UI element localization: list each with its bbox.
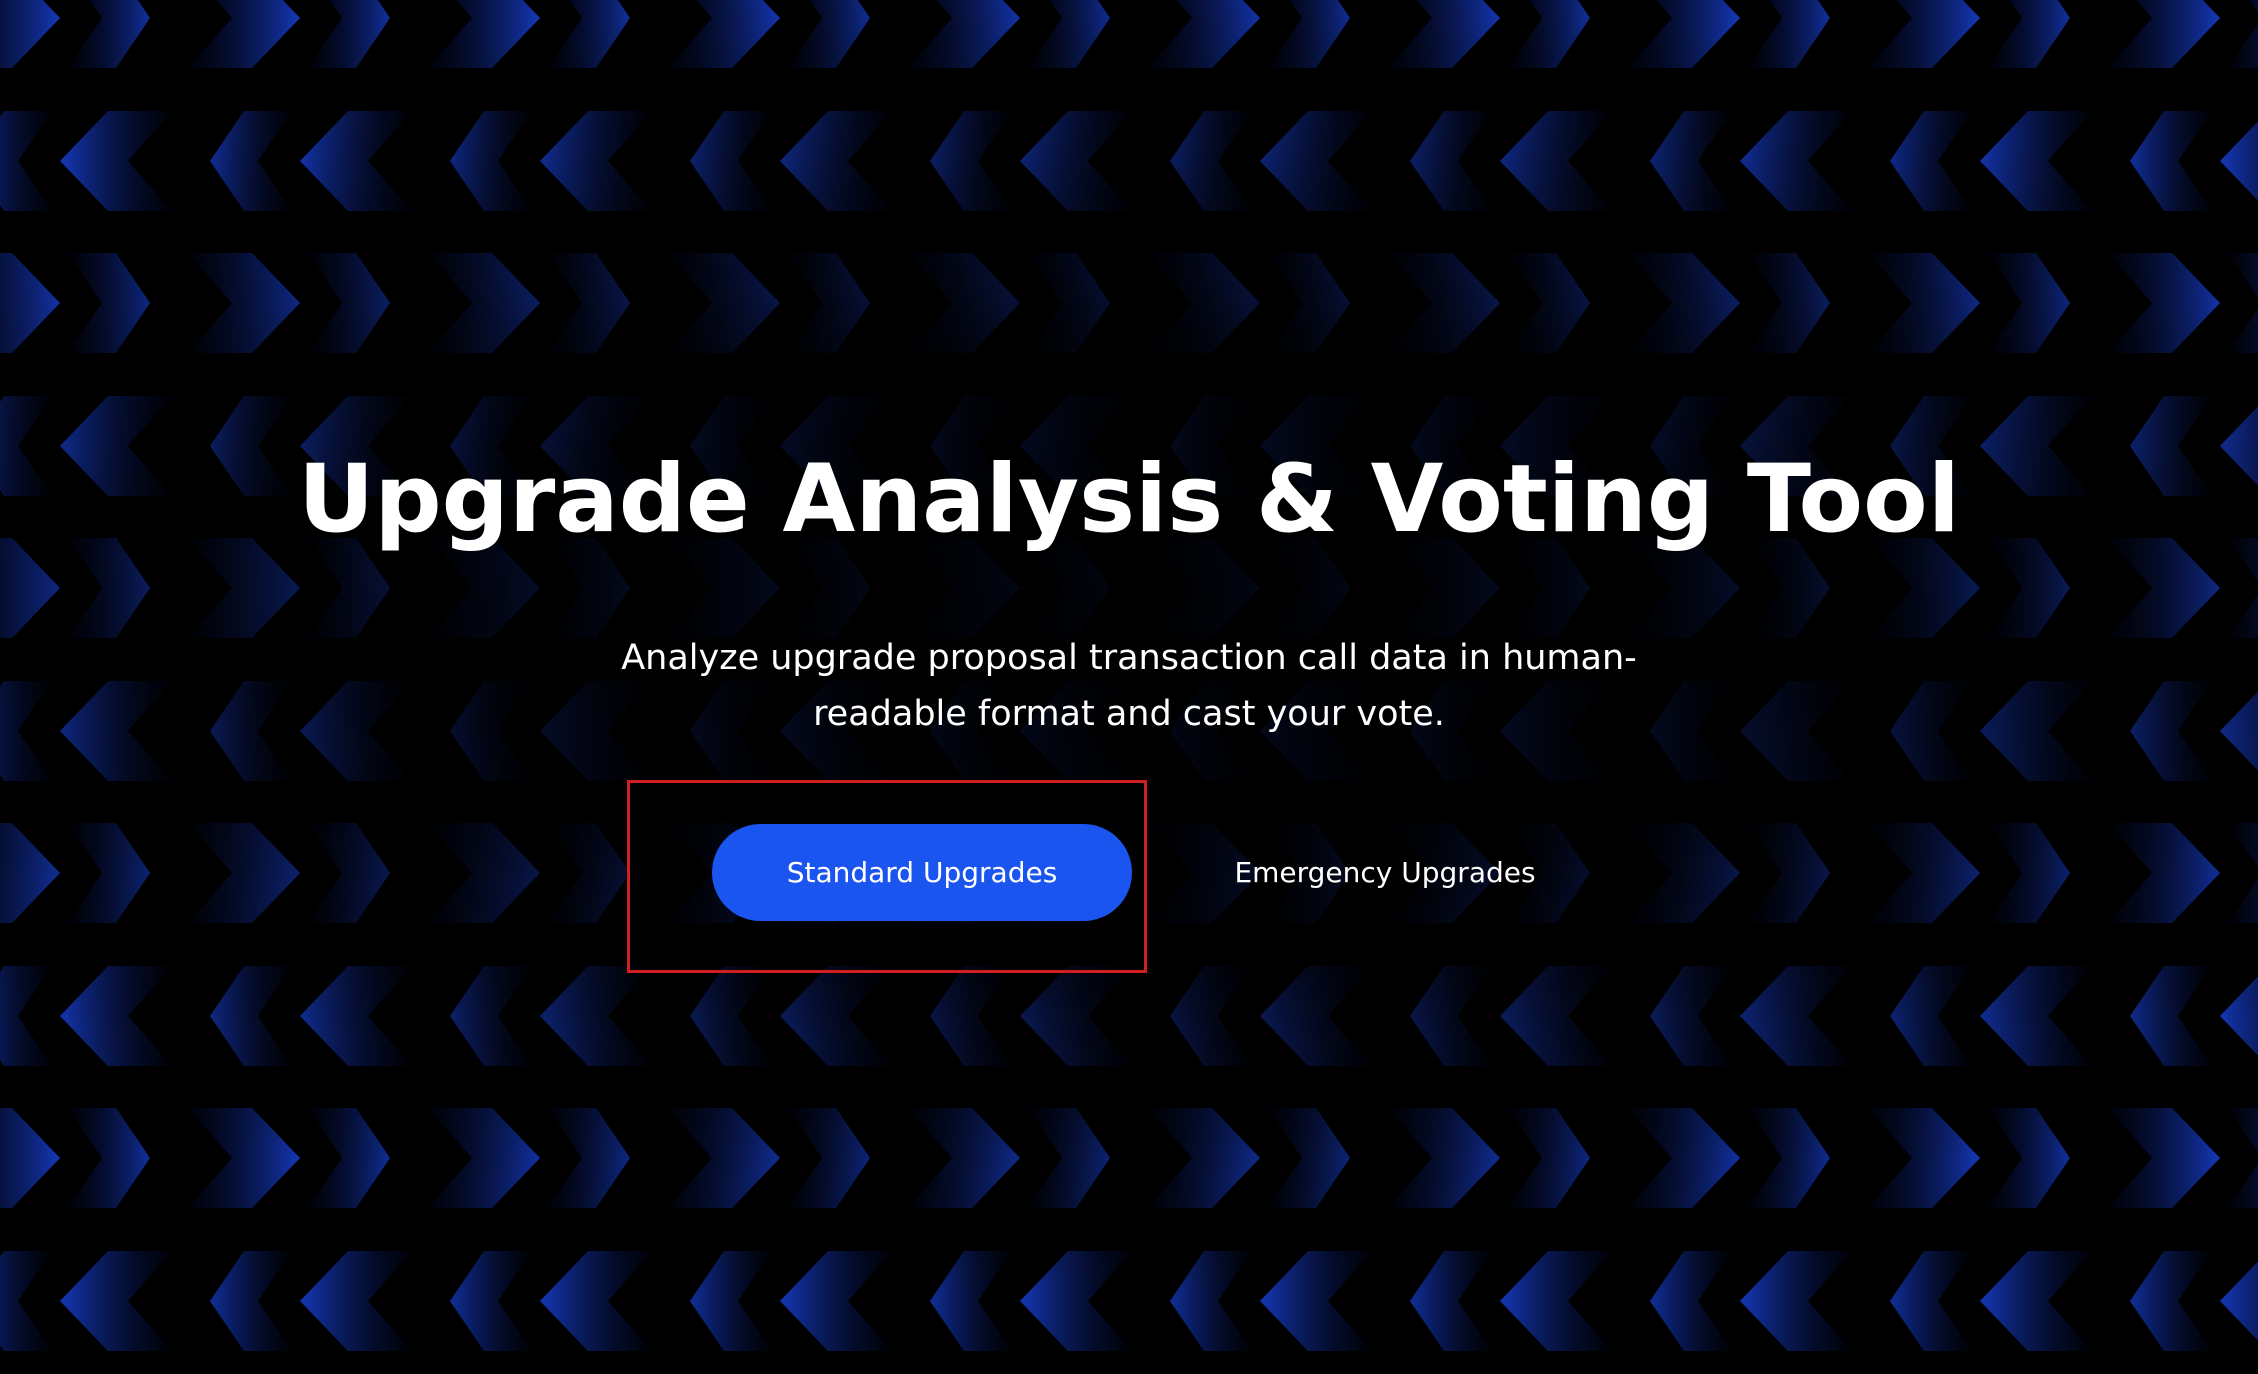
landing-page: Upgrade Analysis & Voting Tool Analyze u… — [0, 0, 2258, 1374]
standard-upgrades-button[interactable]: Standard Upgrades — [712, 824, 1132, 921]
page-title: Upgrade Analysis & Voting Tool — [298, 445, 1960, 554]
hero-section: Upgrade Analysis & Voting Tool Analyze u… — [0, 0, 2258, 1374]
page-subtitle: Analyze upgrade proposal transaction cal… — [621, 638, 1637, 734]
emergency-upgrades-button[interactable]: Emergency Upgrades — [1220, 824, 1550, 921]
